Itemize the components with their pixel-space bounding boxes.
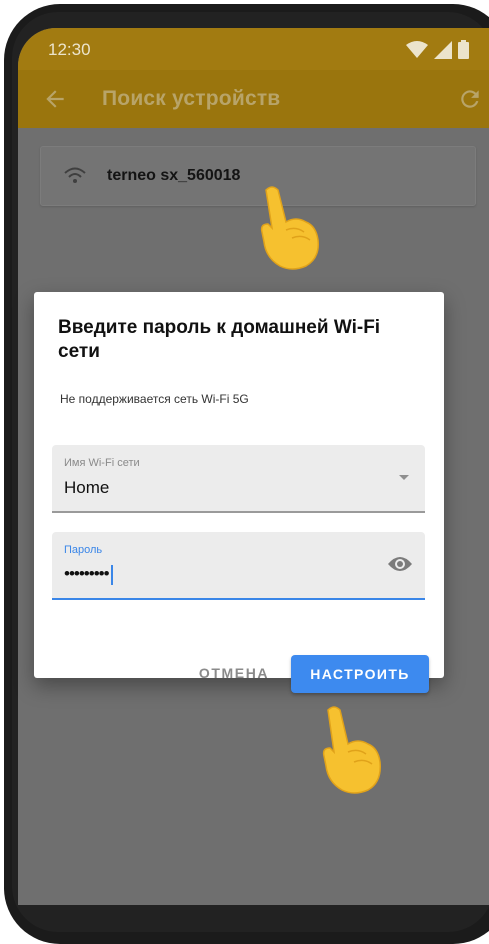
cancel-button[interactable]: ОТМЕНА xyxy=(184,655,284,691)
password-dots: ••••••••• xyxy=(64,564,110,583)
status-icons xyxy=(406,40,469,59)
wifi-full-icon xyxy=(406,40,428,58)
page-title: Поиск устройств xyxy=(102,87,281,110)
configure-button[interactable]: НАСТРОИТЬ xyxy=(291,655,429,693)
battery-icon xyxy=(458,40,469,59)
wifi-name-dropdown[interactable]: Имя Wi-Fi сети Home xyxy=(52,445,425,513)
device-name: terneo sx_560018 xyxy=(107,167,241,184)
app-bar: Поиск устройств xyxy=(18,70,489,128)
status-time: 12:30 xyxy=(48,40,91,59)
wifi-name-value: Home xyxy=(64,478,110,497)
wifi-password-dialog: Введите пароль к домашней Wi-Fi сети Не … xyxy=(34,292,444,693)
password-field[interactable]: Пароль ••••••••• xyxy=(52,532,425,600)
arrow-back-icon[interactable] xyxy=(42,86,68,112)
text-cursor xyxy=(110,564,113,585)
pointing-hand-icon xyxy=(260,186,319,270)
cell-signal-icon xyxy=(434,40,452,59)
eye-icon[interactable] xyxy=(387,554,413,574)
wifi-signal-icon xyxy=(64,167,86,183)
status-bar: 12:30 xyxy=(18,28,489,70)
refresh-icon[interactable] xyxy=(457,86,483,112)
wifi-name-label: Имя Wi-Fi сети xyxy=(64,457,140,469)
password-label: Пароль xyxy=(64,544,103,556)
dialog-note: Не поддерживается сеть Wi-Fi 5G xyxy=(60,392,249,406)
dialog-title: Введите пароль к домашней Wi-Fi сети xyxy=(58,317,381,362)
dropdown-arrow-icon[interactable] xyxy=(399,475,409,480)
pointing-hand-icon xyxy=(322,706,381,794)
password-input[interactable]: ••••••••• xyxy=(64,564,113,585)
